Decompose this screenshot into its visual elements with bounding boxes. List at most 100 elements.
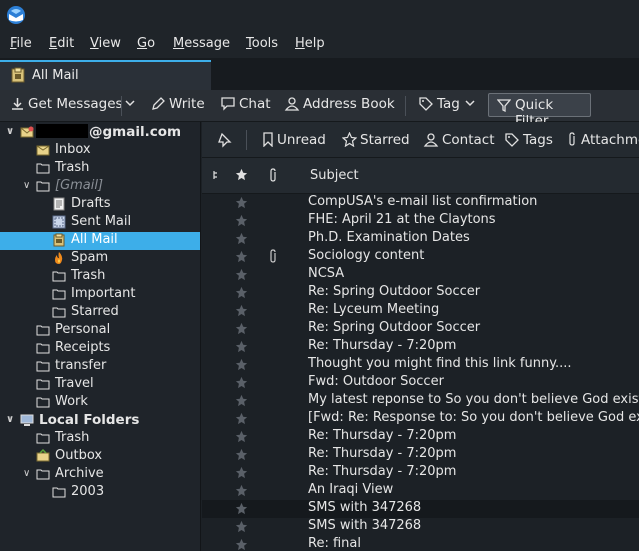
tag-label: Tag [437, 96, 460, 112]
message-row[interactable]: Thought you might find this link funny..… [202, 356, 639, 374]
account-row[interactable]: ∨ @gmail.com [0, 124, 200, 142]
star-column-header[interactable] [235, 168, 248, 185]
chevron-down-icon[interactable]: ∨ [23, 468, 33, 480]
message-row[interactable]: NCSA [202, 266, 639, 284]
star-icon[interactable] [235, 304, 248, 317]
chat-button[interactable]: Chat [220, 96, 271, 116]
message-subject: Re: final [308, 536, 361, 551]
folder-trash[interactable]: Trash [0, 160, 200, 178]
message-row[interactable]: FHE: April 21 at the Claytons [202, 212, 639, 230]
folder-starred[interactable]: Starred [0, 304, 200, 322]
star-icon[interactable] [235, 430, 248, 443]
folder-travel[interactable]: Travel [0, 376, 200, 394]
message-row[interactable]: SMS with 347268 [202, 518, 639, 536]
get-messages-dropdown[interactable] [124, 96, 139, 116]
folder-drafts[interactable]: Drafts [0, 196, 200, 214]
account-local-folders[interactable]: ∨ Local Folders [0, 412, 200, 430]
subject-column-header[interactable]: Subject [310, 168, 359, 183]
filter-tags-button[interactable]: Tags [504, 132, 553, 148]
filter-unread-button[interactable]: Unread [262, 132, 326, 148]
folder-personal[interactable]: Personal [0, 322, 200, 340]
folder-important[interactable]: Important [0, 286, 200, 304]
get-messages-button[interactable]: Get Messages [10, 96, 123, 116]
menu-message[interactable]: Message [173, 36, 230, 51]
message-subject: My latest reponse to So you don't believ… [308, 392, 639, 407]
address-book-button[interactable]: Address Book [284, 96, 395, 116]
folder-outbox[interactable]: Outbox [0, 448, 200, 466]
message-row[interactable]: Re: Spring Outdoor Soccer [202, 284, 639, 302]
filter-starred-button[interactable]: Starred [341, 131, 410, 148]
folder-all-mail[interactable]: All Mail [0, 232, 200, 250]
star-icon[interactable] [235, 484, 248, 497]
star-icon[interactable] [235, 322, 248, 335]
chevron-down-icon[interactable]: ∨ [6, 126, 16, 138]
star-icon[interactable] [235, 214, 248, 227]
message-row[interactable]: CompUSA's e-mail list confirmation [202, 194, 639, 212]
thread-column-header[interactable] [212, 168, 220, 186]
star-icon[interactable] [235, 502, 248, 515]
folder-receipts[interactable]: Receipts [0, 340, 200, 358]
filter-attachment-button[interactable]: Attachme [566, 132, 639, 148]
message-row[interactable]: Ph.D. Examination Dates [202, 230, 639, 248]
star-icon[interactable] [235, 358, 248, 371]
sticky-pin-button[interactable] [216, 132, 235, 149]
star-icon[interactable] [235, 340, 248, 353]
folder-archive[interactable]: ∨ Archive [0, 466, 200, 484]
message-row[interactable]: Re: Thursday - 7:20pm [202, 464, 639, 482]
tab-all-mail[interactable]: All Mail [0, 60, 211, 90]
message-row[interactable]: [Fwd: Re: Response to: So you don't beli… [202, 410, 639, 428]
folder-work[interactable]: Work [0, 394, 200, 412]
message-row[interactable]: Sociology content [202, 248, 639, 266]
star-icon[interactable] [235, 394, 248, 407]
message-row[interactable]: Re: Spring Outdoor Soccer [202, 320, 639, 338]
star-icon[interactable] [235, 286, 248, 299]
star-icon[interactable] [235, 376, 248, 389]
folder-label: Archive [55, 466, 104, 481]
message-row[interactable]: Re: Lyceum Meeting [202, 302, 639, 320]
chevron-down-icon[interactable]: ∨ [23, 180, 33, 192]
folder-sent-mail[interactable]: Sent Mail [0, 214, 200, 232]
menu-file[interactable]: File [10, 36, 32, 51]
folder-local-trash[interactable]: Trash [0, 430, 200, 448]
star-icon[interactable] [235, 232, 248, 245]
star-icon[interactable] [235, 538, 248, 551]
message-row[interactable]: Re: Thursday - 7:20pm [202, 446, 639, 464]
message-row[interactable]: Fwd: Outdoor Soccer [202, 374, 639, 392]
folder-inbox[interactable]: Inbox [0, 142, 200, 160]
message-row[interactable]: SMS with 347268 [202, 500, 639, 518]
star-icon[interactable] [235, 520, 248, 533]
folder-spam[interactable]: Spam [0, 250, 200, 268]
folder-icon [52, 289, 66, 300]
message-row[interactable]: Re: final [202, 536, 639, 551]
message-list: CompUSA's e-mail list confirmation FHE: A… [202, 194, 639, 551]
message-row[interactable]: An Iraqi View [202, 482, 639, 500]
folder-transfer[interactable]: transfer [0, 358, 200, 376]
star-icon[interactable] [235, 250, 248, 263]
message-row[interactable]: Re: Thursday - 7:20pm [202, 338, 639, 356]
message-row[interactable]: Re: Thursday - 7:20pm [202, 428, 639, 446]
chevron-down-icon[interactable]: ∨ [6, 414, 16, 426]
menu-edit[interactable]: Edit [49, 36, 74, 51]
menu-view[interactable]: View [90, 36, 121, 51]
message-row[interactable]: My latest reponse to So you don't believ… [202, 392, 639, 410]
filter-contact-button[interactable]: Contact [423, 132, 495, 148]
filter-divider [246, 130, 247, 150]
menu-tools[interactable]: Tools [246, 36, 278, 51]
write-button[interactable]: Write [151, 96, 205, 116]
menu-help[interactable]: Help [295, 36, 325, 51]
menu-go[interactable]: Go [137, 36, 155, 51]
folder-2003[interactable]: 2003 [0, 484, 200, 502]
folder-label: Trash [55, 430, 90, 445]
attachment-column-header[interactable] [267, 168, 279, 187]
star-icon[interactable] [235, 196, 248, 209]
star-icon[interactable] [235, 412, 248, 425]
message-subject: FHE: April 21 at the Claytons [308, 212, 496, 227]
tag-button[interactable]: Tag [418, 96, 479, 116]
star-icon[interactable] [235, 466, 248, 479]
star-icon[interactable] [235, 448, 248, 461]
outbox-icon [36, 449, 50, 462]
folder-gmail-trash[interactable]: Trash [0, 268, 200, 286]
quick-filter-button[interactable]: Quick Filter [488, 93, 591, 129]
folder-gmail[interactable]: ∨ [Gmail] [0, 178, 200, 196]
star-icon[interactable] [235, 268, 248, 281]
